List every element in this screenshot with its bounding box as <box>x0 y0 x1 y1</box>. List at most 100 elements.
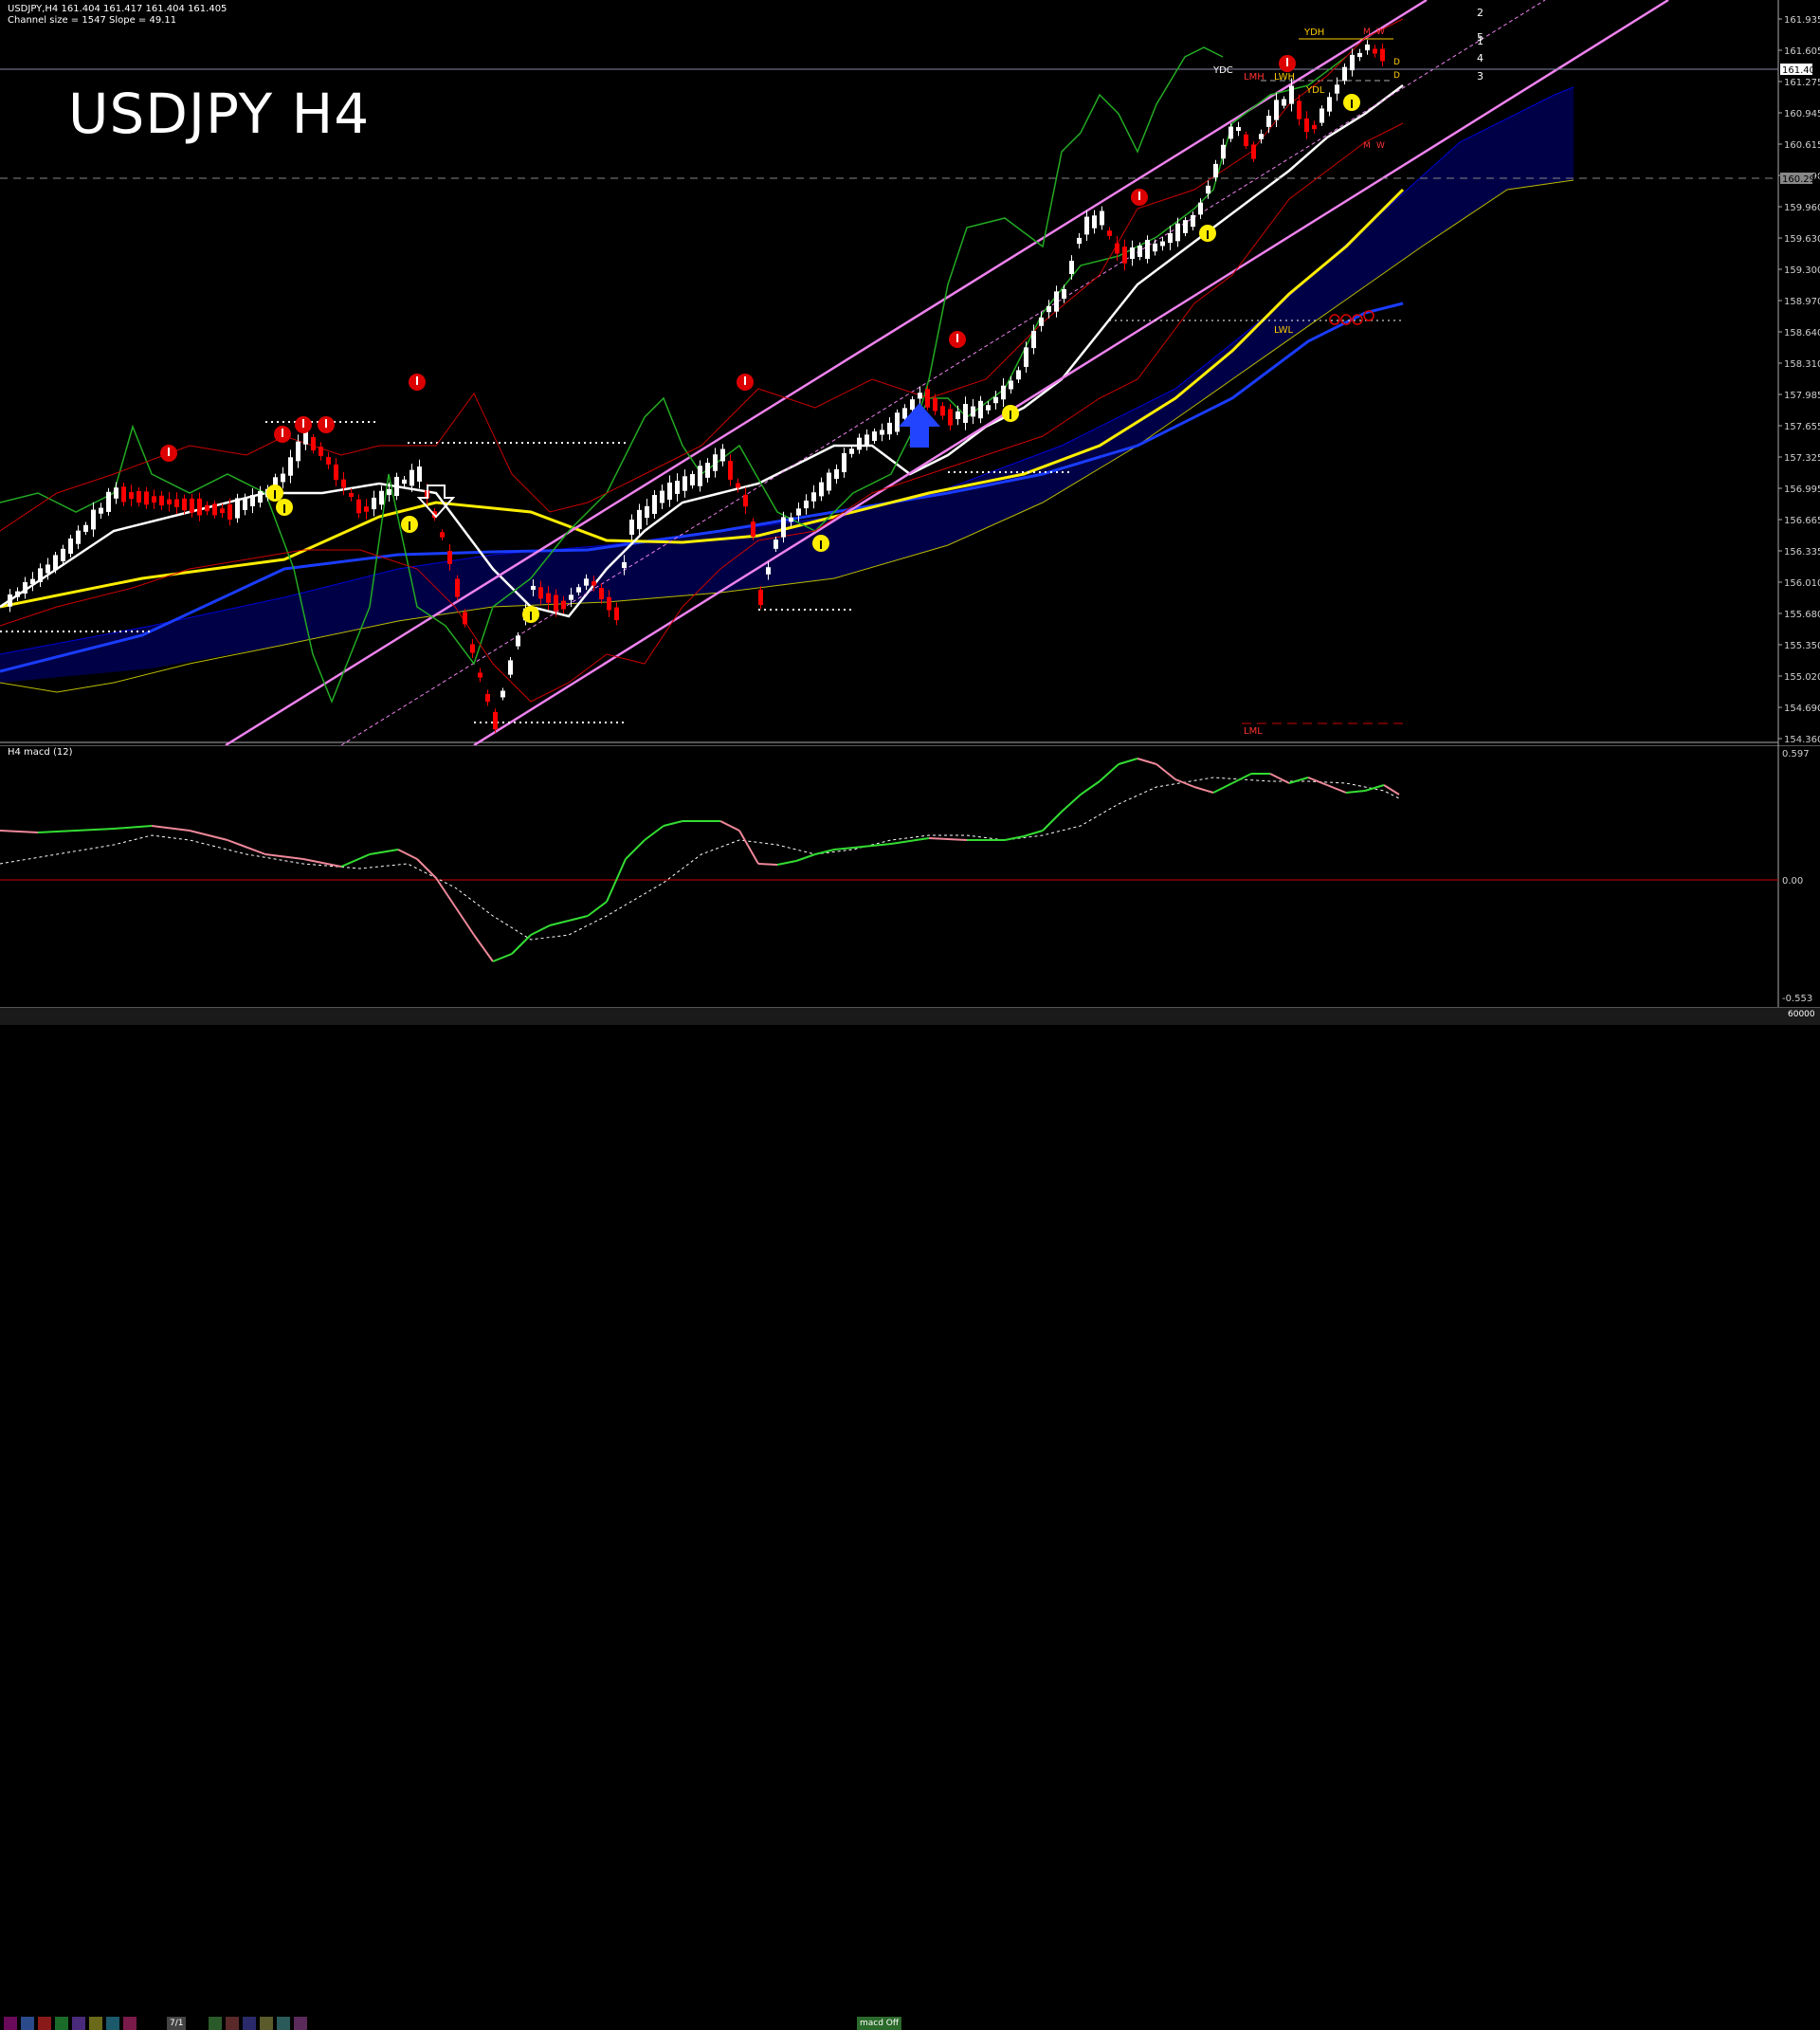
color-swatch-9[interactable] <box>209 2017 222 2030</box>
candle-body <box>811 492 816 502</box>
candle-body <box>417 466 422 482</box>
candle-body <box>781 517 786 538</box>
marked-level-label: 160.290 <box>1782 174 1820 185</box>
candle-body <box>38 568 43 582</box>
macd-segment <box>890 837 930 845</box>
candle-body <box>872 431 877 441</box>
candle-body <box>751 521 755 537</box>
main-chart-panel[interactable]: USDJPY,H4 161.404 161.417 161.404 161.40… <box>0 0 1820 745</box>
macd-segment <box>75 828 115 832</box>
macd-segment <box>625 839 646 860</box>
macd-segment <box>663 820 683 827</box>
date-tab[interactable]: 7/1 <box>167 2017 187 2030</box>
macd-segment <box>1042 811 1063 832</box>
candle-body <box>1016 370 1021 380</box>
tag-lwl: LWL <box>1274 325 1294 336</box>
macd-segment <box>369 849 399 855</box>
candle-body <box>1168 232 1173 244</box>
macd-segment <box>1288 777 1309 784</box>
candle-body <box>1320 108 1324 123</box>
macd-segment <box>757 863 778 866</box>
candle-body <box>713 454 718 471</box>
color-swatch-12[interactable] <box>260 2017 273 2030</box>
color-swatch-7[interactable] <box>106 2017 119 2030</box>
candle-body <box>447 551 452 564</box>
macd-panel[interactable]: H4 macd (12) 0.597 0.00 -0.553 <box>0 745 1820 1007</box>
color-swatch-1[interactable] <box>4 2017 17 2030</box>
candle-body <box>561 600 566 610</box>
candle-body <box>1031 330 1036 349</box>
macd-axis-zero: 0.00 <box>1782 876 1803 887</box>
candle-body <box>508 660 513 675</box>
level-marker-icon <box>1329 314 1340 325</box>
candle-body <box>372 497 376 510</box>
candle-body <box>463 612 467 625</box>
candle-body <box>918 393 922 399</box>
channel-label-4: 4 <box>1477 52 1483 64</box>
macd-toggle-tab[interactable]: macd Off <box>857 2017 902 2030</box>
color-swatch-8[interactable] <box>123 2017 136 2030</box>
candle-body <box>1001 385 1006 400</box>
candle-body <box>387 488 391 496</box>
candle-body <box>1046 305 1051 313</box>
color-swatch-3[interactable] <box>38 2017 51 2030</box>
price-axis-tick: 158.310 <box>1784 359 1820 370</box>
candle-body <box>531 585 536 591</box>
candle-body <box>243 499 247 510</box>
candle-body <box>956 411 960 420</box>
macd-segment <box>1326 784 1347 794</box>
price-axis-tick: 160.945 <box>1784 109 1820 119</box>
candle-body <box>789 517 793 522</box>
price-axis: 161.935 161.605 161.275 160.945 160.615 160.2… <box>1778 15 1820 745</box>
candle-body <box>925 389 930 408</box>
candle-body <box>971 406 975 417</box>
candle-body <box>804 500 809 509</box>
candle-body <box>645 505 649 519</box>
candle-body <box>1335 84 1339 94</box>
candle-body <box>774 540 778 549</box>
candle-body <box>1274 100 1279 120</box>
candle-body <box>296 441 300 462</box>
macd-segment <box>302 858 342 868</box>
candle-body <box>1183 220 1188 233</box>
candle-body <box>288 457 293 476</box>
candle-body <box>895 412 900 432</box>
channel-label-1: 1 <box>1477 35 1483 47</box>
candle-body <box>1357 52 1362 58</box>
tag-lml: LML <box>1244 726 1263 737</box>
tag-m-low: M <box>1363 141 1371 151</box>
color-swatch-14[interactable] <box>294 2017 307 2030</box>
price-axis-tick: 154.360 <box>1784 735 1820 745</box>
candle-body <box>485 693 490 703</box>
candle-body <box>129 492 134 500</box>
price-axis-tick: 156.335 <box>1784 547 1820 558</box>
color-swatch-5[interactable] <box>72 2017 85 2030</box>
candle-body <box>394 476 399 497</box>
macd-segment <box>644 825 664 841</box>
candle-body <box>796 508 801 516</box>
macd-svg: 0.597 0.00 -0.553 <box>0 745 1820 1007</box>
price-axis-tick: 155.020 <box>1784 672 1820 683</box>
macd-segment <box>795 853 816 862</box>
color-swatch-6[interactable] <box>89 2017 102 2030</box>
candle-body <box>576 587 581 593</box>
color-swatch-4[interactable] <box>55 2017 68 2030</box>
macd-segment <box>1383 784 1400 796</box>
candle-body <box>167 499 172 505</box>
candle-body <box>660 490 664 503</box>
candle-body <box>136 490 141 503</box>
color-swatch-13[interactable] <box>277 2017 290 2030</box>
color-swatch-11[interactable] <box>243 2017 256 2030</box>
tag-d-top: D <box>1393 58 1400 67</box>
color-swatch-2[interactable] <box>21 2017 34 2030</box>
macd-segment <box>264 853 304 860</box>
color-swatch-10[interactable] <box>226 2017 239 2030</box>
candle-body <box>963 404 968 423</box>
candle-body <box>8 594 12 607</box>
candle-body <box>83 524 88 532</box>
candle-body <box>1122 247 1127 264</box>
macd-segment <box>587 901 608 917</box>
price-axis-tick: 156.010 <box>1784 578 1820 589</box>
macd-segment <box>719 820 740 832</box>
candle-body <box>23 582 27 594</box>
